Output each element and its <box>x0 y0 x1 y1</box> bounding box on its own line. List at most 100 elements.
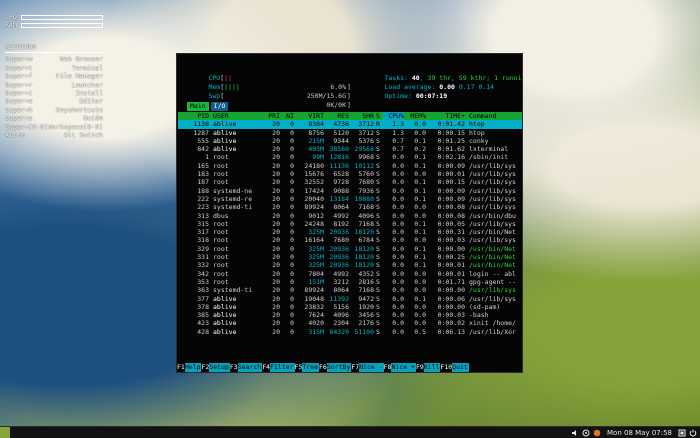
htop-tabs: Main I/O <box>187 102 229 111</box>
htop-terminal-window[interactable]: CPU[|| 6.0%] Mem[|||| 250M/15.6G] Swp[ 0… <box>176 53 523 373</box>
process-cell-mem: 0.1 <box>414 261 426 270</box>
fkey-f4[interactable]: F4 Filter <box>262 363 295 372</box>
column-ni[interactable]: NI <box>282 112 294 120</box>
fkey-f6[interactable]: F6 SortBy <box>319 363 352 372</box>
process-row[interactable]: 165 root 20 0 24180 11136 10112 S 0.0 0.1 0:00.09 /… <box>178 161 522 170</box>
column-virt[interactable]: VIRT <box>296 112 324 120</box>
fkey-f1[interactable]: F1 Help <box>177 363 202 372</box>
process-cell-ni: 0 <box>290 153 294 162</box>
uptime-line: Uptime: 00:07:19 <box>361 84 447 109</box>
tab-io[interactable]: I/O <box>210 102 229 111</box>
process-cell-cmd: /usr/bin/Net <box>469 261 516 270</box>
column-cpu[interactable]: CPU% <box>383 112 404 121</box>
process-cell-virt: 19048 <box>304 294 324 303</box>
process-cell-time: 0:00.08 <box>437 203 465 212</box>
fkey-f5[interactable]: F5 Tree <box>294 363 319 372</box>
process-row[interactable]: 555 ablive 20 0 215M 9344 5376 S 0.7 0.1 0:01.25 co… <box>178 137 522 145</box>
column-state[interactable]: S <box>376 112 382 120</box>
process-row[interactable]: 183 root 20 0 15676 6528 5760 S 0.0 0.0 0:00.01/us… <box>178 170 522 179</box>
process-cell-cmd: /usr/lib/sys <box>469 219 516 228</box>
process-cell-pid: 842 <box>197 145 209 154</box>
process-row[interactable]: 1 root 20 0 99M 12816 9968 S 0.0 0.1 0:02.16/sbin/… <box>178 153 522 162</box>
process-cell-res: 38560 <box>329 145 349 154</box>
process-row[interactable]: 377 ablive 20 0 19048 11392 9472 S 0.0 0.1 0:00.06… <box>178 294 522 303</box>
column-mem[interactable]: MEM% <box>406 112 426 120</box>
process-row[interactable]: 318 root 20 0 16164 7680 6784 S 0.0 0.0 0:00.03/us… <box>178 236 522 245</box>
process-row[interactable]: 342 root 20 0 7804 4992 4352 S 0.0 0.0 0:00.01 logi… <box>178 270 522 278</box>
process-row[interactable]: 363 systemd-ti 20 0 89924 8064 7168 S 0.0 0.0 0:00… <box>178 286 522 294</box>
process-row[interactable]: 223 systemd-ti 20 0 89924 8064 7168 S 0.0 0.0 0:00… <box>178 203 522 212</box>
process-row[interactable]: 423 ablive 20 0 4020 2304 2176 S 0.0 0.0 0:00.02 xi… <box>178 319 522 328</box>
process-cell-time: 0:00.09 <box>437 186 465 195</box>
process-cell-s: S <box>376 277 380 286</box>
keybind-key: Alt+m <box>5 131 25 140</box>
start-menu-button[interactable] <box>0 426 10 438</box>
process-row[interactable]: 331 root 20 0 325M 20936 18120 S 0.0 0.1 0:00.25/u… <box>178 253 522 262</box>
process-cell-virt: 9012 <box>308 211 324 220</box>
fkey-code: F1 <box>177 363 185 372</box>
update-icon[interactable] <box>593 429 601 437</box>
process-row[interactable]: 222 systemd-re 20 0 20040 13184 10880 S 0.0 0.1 0:… <box>178 195 522 203</box>
fkey-f8[interactable]: F8 Nice + <box>383 363 416 372</box>
clock[interactable]: Mon 08 May 07:58 <box>607 429 672 437</box>
column-user[interactable]: USER <box>213 112 261 120</box>
process-cell-virt: 24180 <box>304 161 324 170</box>
process-row[interactable]: 313 dbus 20 0 9012 4992 4096 S 0.0 0.0 0:00.08/usr… <box>178 211 522 220</box>
fkey-f3[interactable]: F3 Search <box>229 363 263 372</box>
process-row[interactable]: 1138 ablive 20 0 8384 4736 3712 R 1.3 0.0 0:01.42 h… <box>178 120 522 129</box>
process-row[interactable]: 353 root 20 0 151M 3212 2816 S 0.0 0.0 0:01.71 gpg-… <box>178 277 522 286</box>
column-time[interactable]: TIME+ <box>427 112 465 120</box>
network-icon[interactable] <box>582 429 590 437</box>
process-cell-pri: 20 <box>272 219 280 228</box>
keybind-item: Super+w Web Browser <box>5 55 103 63</box>
column-command[interactable]: Command <box>469 112 522 120</box>
process-cell-cpu: 1.3 <box>392 120 404 129</box>
process-row[interactable]: 842 ablive 20 0 403M 38560 29568 S 0.7 0.2 0:01.62… <box>178 145 522 154</box>
tasks-running: 1 running <box>494 74 522 83</box>
column-shr[interactable]: SHR <box>351 112 374 120</box>
battery-icon[interactable] <box>678 429 686 437</box>
process-cell-res: 6528 <box>333 170 349 179</box>
process-cell-s: S <box>376 302 380 311</box>
process-cell-virt: 8384 <box>308 120 324 129</box>
process-cell-cmd: xinit /home/ <box>469 319 516 328</box>
process-cell-shr: 9472 <box>358 294 374 303</box>
process-cell-ni: 0 <box>290 161 294 170</box>
process-row[interactable]: 378 ablive 20 0 23832 5156 1920 S 0.0 0.0 0:00.00 (… <box>178 302 522 311</box>
keybind-action: Terminal <box>71 63 103 72</box>
system-tray: Mon 08 May 07:58 <box>571 429 700 437</box>
process-row[interactable]: 1287 ablive 20 0 8756 5120 3712 S 1.3 0.0 0:00.15 h… <box>178 128 522 137</box>
keybind-action: File Manager <box>56 72 103 81</box>
speaker-icon[interactable] <box>571 429 579 437</box>
fkey-code: F7 <box>351 363 360 372</box>
power-icon[interactable] <box>689 429 697 437</box>
process-row[interactable]: 317 root 20 0 325M 20936 18120 S 0.0 0.1 0:00.31/u… <box>178 228 522 237</box>
column-res[interactable]: RES <box>325 112 349 120</box>
process-row[interactable]: 187 root 20 0 32552 9728 7680 S 0.0 0.1 0:00.15/us… <box>178 178 522 186</box>
process-cell-mem: 0.1 <box>414 161 426 170</box>
process-cell-shr: 7168 <box>358 219 374 228</box>
process-cell-user: ablive <box>213 128 237 137</box>
fkey-f9[interactable]: F9 Kill <box>415 363 441 372</box>
process-row[interactable]: 385 ablive 20 0 7624 4096 3456 S 0.0 0.0 0:00.03 -b… <box>178 311 522 319</box>
process-row[interactable]: 428 ablive 20 0 315M 84320 51100 S 0.0 0.5 0:06.13… <box>178 327 522 336</box>
process-row[interactable]: 315 root 20 0 24248 8192 7168 S 0.0 0.1 0:00.05/us… <box>178 219 522 228</box>
process-cell-s: R <box>376 120 380 129</box>
process-cell-cpu: 0.0 <box>392 228 404 237</box>
process-cell-cmd: /usr/bin/Net <box>469 253 516 262</box>
process-cell-cpu: 0.0 <box>392 161 404 170</box>
column-pri[interactable]: PRI <box>262 112 280 120</box>
column-pid[interactable]: PID <box>178 112 209 120</box>
process-cell-pri: 20 <box>272 327 280 336</box>
keybind-action: Web Browser <box>59 55 103 64</box>
process-row[interactable]: 188 systemd-ne 20 0 17424 9088 7936 S 0.0 0.1 0:00… <box>178 186 522 195</box>
process-row[interactable]: 329 root 20 0 325M 20936 18120 S 0.0 0.1 0:00.00/u… <box>178 245 522 253</box>
process-cell-user: ablive <box>213 294 237 303</box>
tab-main[interactable]: Main <box>187 102 209 111</box>
process-row[interactable]: 332 root 20 0 325M 20936 18120 S 0.0 0.1 0:00.01/u… <box>178 261 522 270</box>
fkey-f7[interactable]: F7 Nice - <box>351 363 384 372</box>
process-cell-virt: 16164 <box>304 236 324 245</box>
process-cell-cpu: 0.0 <box>392 203 404 212</box>
fkey-f10[interactable]: F10 Quit <box>440 363 469 372</box>
fkey-f2[interactable]: F2 Setup <box>201 363 230 372</box>
